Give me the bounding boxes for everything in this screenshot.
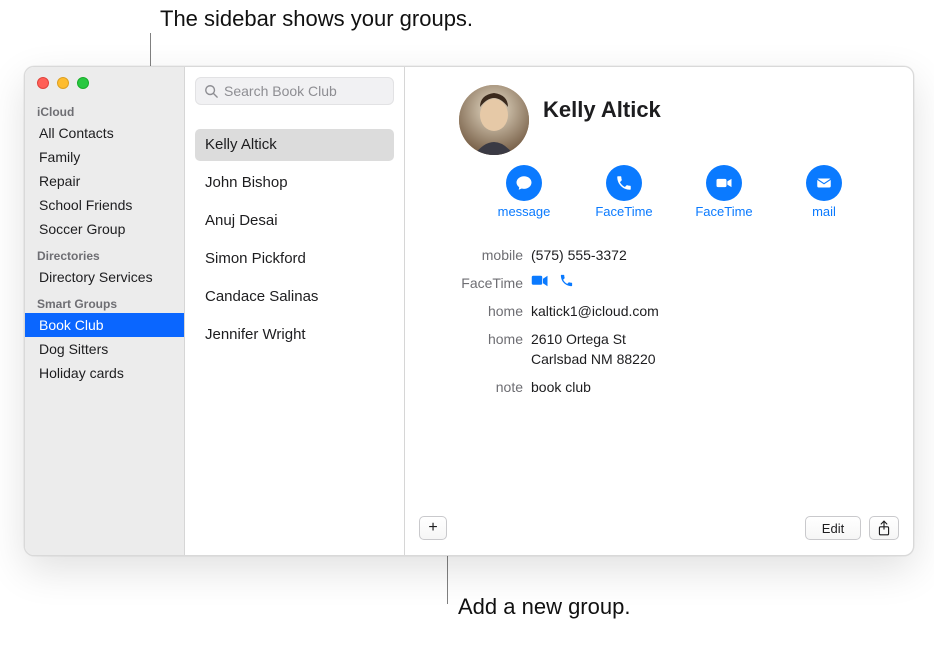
callout-leader-bottom — [447, 550, 448, 604]
sidebar-item-all-contacts[interactable]: All Contacts — [25, 121, 184, 145]
field-value — [531, 273, 574, 288]
window-controls — [25, 67, 184, 97]
phone-icon — [615, 174, 633, 192]
message-bubble-icon — [515, 174, 533, 192]
contact-list: Kelly Altick John Bishop Anuj Desai Simo… — [185, 111, 404, 357]
sidebar-item-soccer-group[interactable]: Soccer Group — [25, 217, 184, 241]
minimize-window-button[interactable] — [57, 77, 69, 89]
sidebar-item-dog-sitters[interactable]: Dog Sitters — [25, 337, 184, 361]
list-item[interactable]: Simon Pickford — [195, 243, 394, 275]
plus-icon: + — [428, 519, 437, 537]
field-value[interactable]: (575) 555-3372 — [531, 245, 627, 265]
share-button[interactable] — [869, 516, 899, 540]
sidebar-item-repair[interactable]: Repair — [25, 169, 184, 193]
field-value[interactable]: book club — [531, 377, 591, 397]
sidebar-section-header: Smart Groups — [25, 289, 184, 313]
action-row: message FaceTime FaceTime — [405, 161, 913, 233]
action-mail[interactable]: mail — [789, 165, 859, 219]
list-item[interactable]: Kelly Altick — [195, 129, 394, 161]
contact-detail-pane: Kelly Altick message FaceTime — [405, 67, 913, 555]
search-icon — [204, 84, 218, 98]
field-value[interactable]: kaltick1@icloud.com — [531, 301, 659, 321]
field-row-facetime: FaceTime — [435, 269, 893, 297]
sidebar: iCloud All Contacts Family Repair School… — [25, 67, 185, 555]
envelope-icon — [815, 174, 833, 192]
action-facetime-audio[interactable]: FaceTime — [589, 165, 659, 219]
field-label: mobile — [435, 245, 531, 265]
phone-icon[interactable] — [559, 273, 574, 288]
field-row-address: home 2610 Ortega St Carlsbad NM 88220 — [435, 325, 893, 373]
list-item[interactable]: Candace Salinas — [195, 281, 394, 313]
field-row-email: home kaltick1@icloud.com — [435, 297, 893, 325]
list-item[interactable]: Jennifer Wright — [195, 319, 394, 351]
field-row-mobile: mobile (575) 555-3372 — [435, 241, 893, 269]
video-icon — [714, 173, 734, 193]
fields: mobile (575) 555-3372 FaceTime home kal — [405, 233, 913, 401]
sidebar-item-school-friends[interactable]: School Friends — [25, 193, 184, 217]
zoom-window-button[interactable] — [77, 77, 89, 89]
action-label: mail — [812, 204, 836, 219]
edit-button[interactable]: Edit — [805, 516, 861, 540]
detail-header: Kelly Altick — [405, 67, 913, 161]
field-label: FaceTime — [435, 273, 531, 293]
search-placeholder: Search Book Club — [224, 83, 337, 99]
contact-name: Kelly Altick — [543, 97, 661, 123]
field-label: home — [435, 301, 531, 321]
sidebar-item-book-club[interactable]: Book Club — [25, 313, 184, 337]
add-button[interactable]: + — [419, 516, 447, 540]
action-label: message — [498, 204, 551, 219]
contact-list-column: Search Book Club Kelly Altick John Bisho… — [185, 67, 405, 555]
contacts-window: iCloud All Contacts Family Repair School… — [24, 66, 914, 556]
search-input[interactable]: Search Book Club — [195, 77, 394, 105]
close-window-button[interactable] — [37, 77, 49, 89]
field-value[interactable]: 2610 Ortega St Carlsbad NM 88220 — [531, 329, 656, 369]
sidebar-item-family[interactable]: Family — [25, 145, 184, 169]
list-item[interactable]: Anuj Desai — [195, 205, 394, 237]
sidebar-item-holiday-cards[interactable]: Holiday cards — [25, 361, 184, 385]
field-label: home — [435, 329, 531, 349]
sidebar-item-directory-services[interactable]: Directory Services — [25, 265, 184, 289]
field-label: note — [435, 377, 531, 397]
field-row-note: note book club — [435, 373, 893, 401]
sidebar-section-header: iCloud — [25, 97, 184, 121]
callout-bottom: Add a new group. — [458, 594, 630, 620]
callout-top: The sidebar shows your groups. — [160, 6, 473, 32]
video-icon[interactable] — [531, 274, 549, 288]
avatar — [459, 85, 529, 155]
edit-label: Edit — [822, 521, 844, 536]
action-label: FaceTime — [695, 204, 752, 219]
action-label: FaceTime — [595, 204, 652, 219]
action-facetime-video[interactable]: FaceTime — [689, 165, 759, 219]
detail-footer: + Edit — [405, 509, 913, 555]
share-icon — [877, 520, 891, 536]
sidebar-section-header: Directories — [25, 241, 184, 265]
action-message[interactable]: message — [489, 165, 559, 219]
list-item[interactable]: John Bishop — [195, 167, 394, 199]
